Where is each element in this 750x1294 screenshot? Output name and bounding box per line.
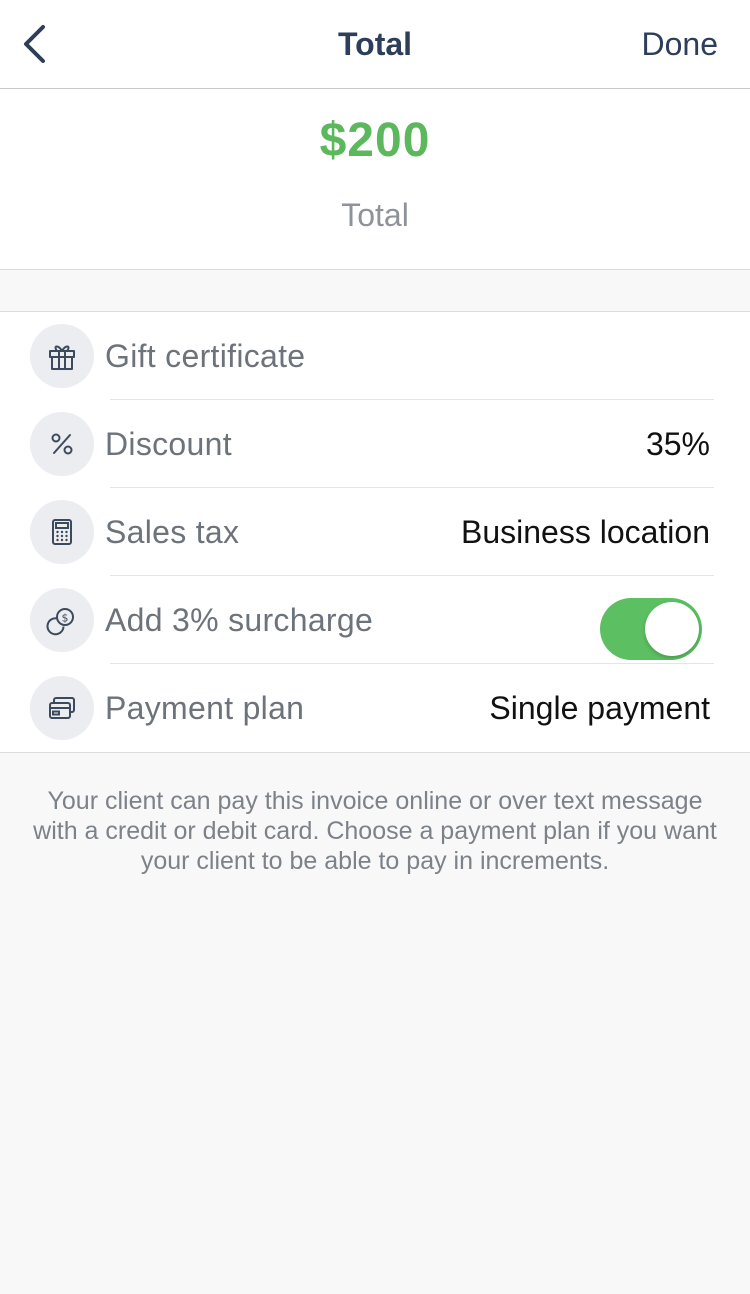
toggle-knob — [645, 602, 699, 656]
total-amount: $200 — [319, 114, 431, 167]
credit-card-icon — [30, 676, 94, 740]
row-label: Gift certificate — [105, 338, 306, 374]
surcharge-toggle[interactable] — [600, 598, 702, 660]
row-sales-tax[interactable]: Sales tax Business location — [0, 488, 750, 576]
nav-bar: Total Done — [0, 0, 750, 89]
page-title: Total — [337, 26, 413, 62]
row-payment-plan[interactable]: Payment plan Single payment — [0, 664, 750, 752]
total-summary: $200 Total — [0, 89, 750, 270]
row-label: Payment plan — [105, 690, 305, 726]
percent-icon — [30, 412, 94, 476]
total-screen: Total Done $200 Total Gift certificate D… — [0, 0, 750, 1294]
row-label: Sales tax — [105, 514, 240, 550]
row-gift-certificate[interactable]: Gift certificate — [0, 312, 750, 400]
payment-plan-value: Single payment — [489, 690, 710, 726]
row-label: Add 3% surcharge — [105, 602, 374, 638]
coins-icon: $ — [30, 588, 94, 652]
total-label: Total — [341, 197, 409, 233]
svg-text:$: $ — [62, 612, 69, 625]
options-list: Gift certificate Discount 35% Sales tax … — [0, 311, 750, 753]
discount-value: 35% — [645, 426, 710, 462]
done-button[interactable]: Done — [642, 0, 719, 88]
row-discount[interactable]: Discount 35% — [0, 400, 750, 488]
payment-info-footnote: Your client can pay this invoice online … — [33, 787, 717, 875]
gift-icon — [30, 324, 94, 388]
row-label: Discount — [105, 426, 232, 462]
sales-tax-value: Business location — [460, 514, 710, 550]
row-surcharge: $ Add 3% surcharge — [0, 576, 750, 664]
calculator-icon — [30, 500, 94, 564]
